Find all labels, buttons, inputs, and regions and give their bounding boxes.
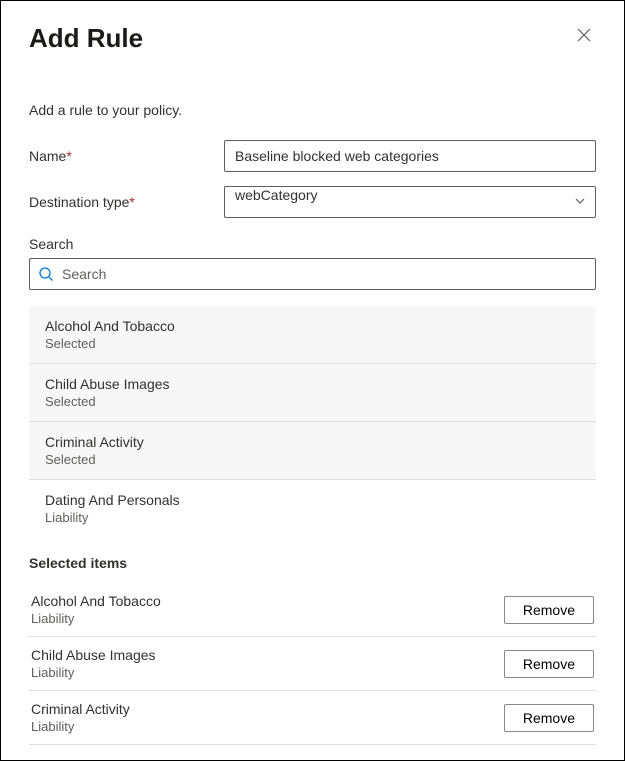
name-label: Name* (29, 148, 224, 164)
selected-item-sub: Liability (31, 665, 156, 680)
required-indicator: * (129, 194, 134, 210)
selected-item-text: Criminal Activity Liability (31, 701, 130, 734)
destination-type-label: Destination type* (29, 194, 224, 210)
search-icon (38, 266, 54, 282)
selected-item: Alcohol And Tobacco Liability Remove (29, 583, 596, 637)
list-item-title: Criminal Activity (45, 434, 580, 450)
selected-section: Selected items Alcohol And Tobacco Liabi… (29, 555, 596, 745)
remove-button[interactable]: Remove (504, 650, 594, 678)
selected-item-title: Criminal Activity (31, 701, 130, 717)
search-section: Search Alcohol And Tobacco Selected Chil… (29, 236, 596, 531)
destination-type-row: Destination type* webCategory (29, 186, 596, 218)
list-item[interactable]: Alcohol And Tobacco Selected (29, 306, 596, 364)
panel-title: Add Rule (29, 23, 143, 54)
remove-button[interactable]: Remove (504, 596, 594, 624)
add-rule-panel: Add Rule Add a rule to your policy. Name… (0, 0, 625, 761)
list-item-sub: Liability (45, 510, 580, 525)
search-box[interactable] (29, 258, 596, 290)
panel-header: Add Rule (29, 23, 596, 54)
selected-items-heading: Selected items (29, 555, 596, 571)
list-item-sub: Selected (45, 336, 580, 351)
selected-item-text: Alcohol And Tobacco Liability (31, 593, 161, 626)
list-item-title: Alcohol And Tobacco (45, 318, 580, 334)
selected-item-title: Alcohol And Tobacco (31, 593, 161, 609)
selected-item-sub: Liability (31, 611, 161, 626)
selected-item: Child Abuse Images Liability Remove (29, 637, 596, 691)
list-item-title: Dating And Personals (45, 492, 580, 508)
list-item[interactable]: Dating And Personals Liability (29, 480, 596, 531)
selected-item: Criminal Activity Liability Remove (29, 691, 596, 745)
close-button[interactable] (572, 23, 596, 47)
list-item-sub: Selected (45, 394, 580, 409)
category-list[interactable]: Alcohol And Tobacco Selected Child Abuse… (29, 306, 596, 531)
list-item[interactable]: Criminal Activity Selected (29, 422, 596, 480)
name-row: Name* (29, 140, 596, 172)
list-item-title: Child Abuse Images (45, 376, 580, 392)
list-item-sub: Selected (45, 452, 580, 467)
name-input[interactable] (224, 140, 596, 172)
close-icon (576, 27, 592, 43)
destination-type-select[interactable]: webCategory (224, 186, 596, 218)
required-indicator: * (66, 148, 71, 164)
panel-description: Add a rule to your policy. (29, 102, 596, 118)
selected-item-sub: Liability (31, 719, 130, 734)
destination-type-select-wrap: webCategory (224, 186, 596, 218)
selected-item-title: Child Abuse Images (31, 647, 156, 663)
search-input[interactable] (62, 266, 587, 282)
selected-item-text: Child Abuse Images Liability (31, 647, 156, 680)
search-label: Search (29, 236, 596, 252)
remove-button[interactable]: Remove (504, 704, 594, 732)
list-item[interactable]: Child Abuse Images Selected (29, 364, 596, 422)
